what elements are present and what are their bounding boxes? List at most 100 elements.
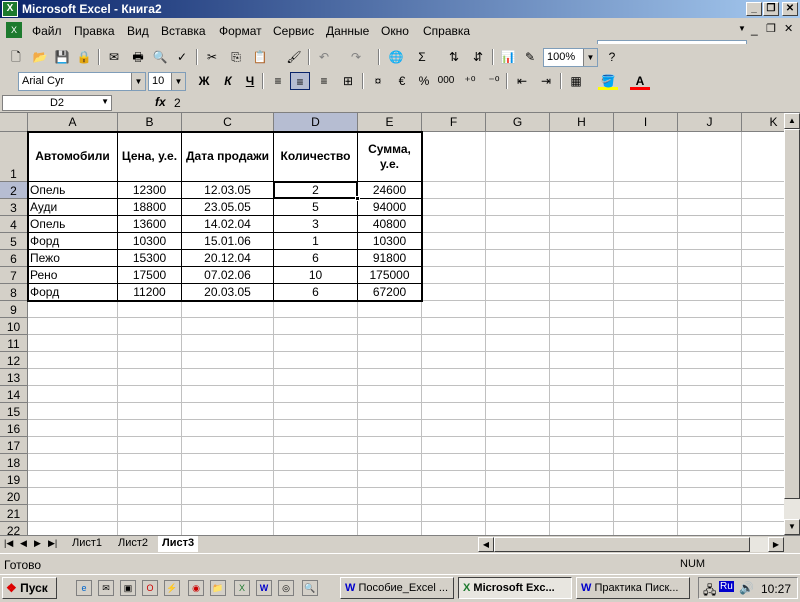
table-cell[interactable]: 10300 (118, 233, 182, 250)
empty-cell[interactable] (358, 318, 422, 335)
empty-cell[interactable] (550, 250, 614, 267)
column-header-B[interactable]: B (118, 113, 182, 132)
empty-cell[interactable] (486, 233, 550, 250)
borders-icon[interactable]: ▦ (566, 72, 586, 90)
empty-cell[interactable] (274, 488, 358, 505)
empty-cell[interactable] (486, 488, 550, 505)
empty-cell[interactable] (742, 488, 784, 505)
row-header-10[interactable]: 10 (0, 318, 28, 335)
empty-cell[interactable] (486, 369, 550, 386)
empty-cell[interactable] (742, 318, 784, 335)
task-praktika[interactable]: W Практика Писк... (576, 577, 690, 599)
table-cell[interactable]: 94000 (358, 199, 422, 216)
empty-cell[interactable] (182, 318, 274, 335)
empty-cell[interactable] (358, 403, 422, 420)
empty-cell[interactable] (182, 454, 274, 471)
empty-cell[interactable] (118, 301, 182, 318)
empty-cell[interactable] (614, 522, 678, 535)
empty-cell[interactable] (614, 471, 678, 488)
empty-cell[interactable] (422, 199, 486, 216)
format-painter-icon[interactable]: 🖌 (284, 48, 304, 66)
print-preview-icon[interactable]: 🔍 (150, 48, 170, 66)
empty-cell[interactable] (182, 369, 274, 386)
new-icon[interactable]: 🗋 (6, 48, 26, 66)
doc-restore-button[interactable]: ❐ (766, 22, 776, 35)
scroll-right-icon[interactable]: ▶ (768, 537, 784, 552)
empty-cell[interactable] (182, 301, 274, 318)
empty-cell[interactable] (118, 471, 182, 488)
table-header-cell[interactable]: Сумма, у.е. (358, 132, 422, 182)
excel-icon[interactable]: X (2, 1, 18, 17)
column-header-C[interactable]: C (182, 113, 274, 132)
empty-cell[interactable] (550, 199, 614, 216)
empty-cell[interactable] (678, 386, 742, 403)
underline-button[interactable]: Ч (240, 72, 260, 90)
empty-cell[interactable] (614, 386, 678, 403)
empty-cell[interactable] (550, 369, 614, 386)
empty-cell[interactable] (486, 284, 550, 301)
empty-cell[interactable] (678, 488, 742, 505)
empty-cell[interactable] (182, 352, 274, 369)
row-header-17[interactable]: 17 (0, 437, 28, 454)
currency-icon[interactable]: ¤ (368, 72, 388, 90)
last-sheet-icon[interactable]: ▶| (48, 538, 57, 549)
empty-cell[interactable] (678, 352, 742, 369)
empty-cell[interactable] (422, 132, 486, 182)
empty-cell[interactable] (550, 386, 614, 403)
empty-cell[interactable] (550, 318, 614, 335)
browser-icon[interactable]: ◉ (188, 580, 204, 596)
empty-cell[interactable] (422, 335, 486, 352)
empty-cell[interactable] (742, 403, 784, 420)
empty-cell[interactable] (422, 182, 486, 199)
select-all-corner[interactable] (0, 113, 28, 132)
empty-cell[interactable] (486, 318, 550, 335)
empty-cell[interactable] (486, 182, 550, 199)
autosum-icon[interactable]: Σ (412, 48, 432, 66)
row-header-19[interactable]: 19 (0, 471, 28, 488)
empty-cell[interactable] (422, 369, 486, 386)
scroll-up-icon[interactable]: ▲ (784, 113, 800, 129)
minimize-button[interactable]: _ (746, 2, 762, 16)
internet-explorer-icon[interactable]: e (76, 580, 92, 596)
volume-icon[interactable]: 🔊 (739, 581, 754, 595)
empty-cell[interactable] (742, 437, 784, 454)
empty-cell[interactable] (118, 420, 182, 437)
empty-cell[interactable] (550, 522, 614, 535)
menu-file[interactable]: Файл (32, 24, 62, 38)
table-cell[interactable]: 15300 (118, 250, 182, 267)
empty-cell[interactable] (182, 420, 274, 437)
empty-cell[interactable] (118, 335, 182, 352)
empty-cell[interactable] (486, 454, 550, 471)
row-header-11[interactable]: 11 (0, 335, 28, 352)
table-header-cell[interactable]: Автомобили (28, 132, 118, 182)
empty-cell[interactable] (274, 420, 358, 437)
table-cell[interactable]: 5 (274, 199, 358, 216)
row-header-7[interactable]: 7 (0, 267, 28, 284)
empty-cell[interactable] (118, 454, 182, 471)
empty-cell[interactable] (274, 386, 358, 403)
open-icon[interactable]: 📂 (30, 48, 50, 66)
table-cell[interactable]: 175000 (358, 267, 422, 284)
empty-cell[interactable] (742, 420, 784, 437)
empty-cell[interactable] (550, 301, 614, 318)
font-select[interactable]: Arial Cyr ▼ (18, 72, 146, 91)
empty-cell[interactable] (614, 267, 678, 284)
document-icon[interactable]: X (6, 22, 22, 38)
empty-cell[interactable] (274, 505, 358, 522)
row-header-14[interactable]: 14 (0, 386, 28, 403)
bold-button[interactable]: Ж (194, 72, 214, 90)
empty-cell[interactable] (614, 352, 678, 369)
empty-cell[interactable] (422, 233, 486, 250)
table-cell[interactable]: 11200 (118, 284, 182, 301)
empty-cell[interactable] (422, 454, 486, 471)
row-header-6[interactable]: 6 (0, 250, 28, 267)
table-header-cell[interactable]: Цена, у.е. (118, 132, 182, 182)
empty-cell[interactable] (742, 335, 784, 352)
empty-cell[interactable] (486, 420, 550, 437)
formula-input[interactable]: 2 (174, 96, 181, 110)
table-cell[interactable]: 13600 (118, 216, 182, 233)
column-header-G[interactable]: G (486, 113, 550, 132)
table-cell[interactable]: 20.12.04 (182, 250, 274, 267)
row-header-4[interactable]: 4 (0, 216, 28, 233)
empty-cell[interactable] (678, 335, 742, 352)
